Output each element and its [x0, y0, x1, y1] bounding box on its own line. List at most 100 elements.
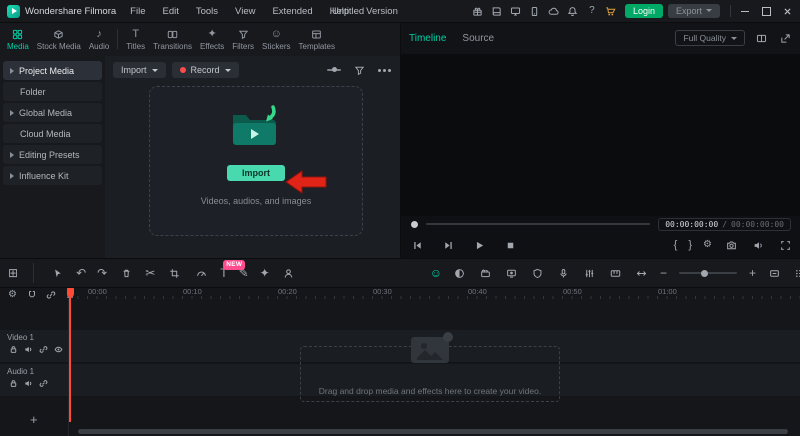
- menu-file[interactable]: File: [130, 6, 145, 17]
- close-button[interactable]: [777, 0, 797, 22]
- link-icon[interactable]: [37, 378, 49, 389]
- avatar-tool-icon[interactable]: [281, 265, 297, 281]
- mark-in-icon[interactable]: {: [674, 239, 678, 251]
- horizontal-scrollbar[interactable]: [78, 429, 788, 434]
- tab-stickers[interactable]: ☺ Stickers: [258, 26, 294, 53]
- timeline-dropzone[interactable]: Drag and drop media and effects here to …: [300, 332, 560, 402]
- cloud-icon[interactable]: [545, 3, 563, 19]
- cart-icon[interactable]: [602, 3, 620, 19]
- detach-window-icon[interactable]: [777, 30, 793, 46]
- keyboard-shortcut-icon[interactable]: [608, 265, 624, 281]
- login-button[interactable]: Login: [624, 3, 663, 19]
- more-options-icon[interactable]: [376, 62, 392, 78]
- tutorial-icon[interactable]: [488, 3, 506, 19]
- tab-titles[interactable]: T Titles: [122, 26, 149, 53]
- render-settings-icon[interactable]: ⚙: [703, 240, 712, 250]
- seek-handle[interactable]: [411, 220, 418, 228]
- split-view-icon[interactable]: [753, 30, 769, 46]
- filter-icon[interactable]: [351, 62, 367, 78]
- redo-icon[interactable]: ↷: [97, 267, 107, 279]
- link-clips-icon[interactable]: [44, 288, 57, 301]
- sidebar-item-cloud-media[interactable]: Cloud Media: [3, 124, 102, 143]
- menu-edit[interactable]: Edit: [162, 6, 178, 17]
- add-track-button[interactable]: +: [30, 413, 38, 426]
- text-tool[interactable]: T NEW: [220, 260, 246, 279]
- maximize-button[interactable]: [756, 0, 776, 22]
- play-icon[interactable]: [471, 237, 487, 253]
- previous-frame-icon[interactable]: [409, 237, 425, 253]
- mask-icon[interactable]: [452, 265, 468, 281]
- import-dropdown-button[interactable]: Import: [113, 62, 166, 78]
- select-tool-icon[interactable]: [49, 265, 65, 281]
- speed-icon[interactable]: [193, 265, 209, 281]
- magic-wand-icon[interactable]: ✦: [260, 267, 270, 279]
- auto-ripple-icon[interactable]: [634, 265, 650, 281]
- caret-right-icon: [10, 172, 14, 179]
- next-frame-icon[interactable]: [440, 237, 456, 253]
- tab-filters[interactable]: Filters: [228, 26, 258, 53]
- gift-icon[interactable]: [469, 3, 487, 19]
- timeline-zoom-slider[interactable]: [678, 269, 737, 277]
- zoom-in-icon[interactable]: +: [749, 267, 756, 279]
- lock-icon[interactable]: [7, 344, 19, 355]
- mark-out-icon[interactable]: }: [688, 239, 692, 251]
- sidebar-item-folder[interactable]: Folder: [3, 82, 102, 101]
- tab-media[interactable]: Media: [3, 26, 33, 53]
- notification-bell-icon[interactable]: [564, 3, 582, 19]
- thumbnail-size-slider-icon[interactable]: [326, 62, 342, 78]
- caret-right-icon: [10, 151, 14, 158]
- stop-icon[interactable]: [502, 237, 518, 253]
- media-import-dropzone[interactable]: Import Videos, audios, and images: [149, 86, 363, 236]
- link-icon[interactable]: [37, 344, 49, 355]
- tab-source[interactable]: Source: [462, 33, 494, 44]
- green-screen-icon[interactable]: [478, 265, 494, 281]
- timeline-settings-icon[interactable]: ⚙: [6, 288, 19, 301]
- split-scissors-icon[interactable]: ✂: [145, 267, 155, 279]
- mute-icon[interactable]: [22, 344, 34, 355]
- tab-timeline[interactable]: Timeline: [409, 33, 446, 44]
- delete-icon[interactable]: [118, 265, 134, 281]
- screen-record-icon[interactable]: [504, 265, 520, 281]
- track-list-icon[interactable]: [792, 265, 800, 281]
- menu-extended[interactable]: Extended: [272, 6, 312, 17]
- menu-version[interactable]: Version: [366, 6, 398, 17]
- volume-icon[interactable]: [750, 237, 766, 253]
- export-button[interactable]: Export: [667, 3, 720, 19]
- menu-view[interactable]: View: [235, 6, 255, 17]
- fullscreen-icon[interactable]: [777, 237, 793, 253]
- crop-icon[interactable]: [166, 265, 182, 281]
- lock-icon[interactable]: [7, 378, 19, 389]
- help-icon[interactable]: ?: [583, 3, 601, 19]
- mute-icon[interactable]: [22, 378, 34, 389]
- audio-mixer-icon[interactable]: [582, 265, 598, 281]
- tab-templates[interactable]: Templates: [295, 26, 339, 53]
- menu-tools[interactable]: Tools: [196, 6, 218, 17]
- minimize-button[interactable]: [735, 0, 755, 22]
- voiceover-mic-icon[interactable]: [556, 265, 572, 281]
- mobile-icon[interactable]: [526, 3, 544, 19]
- eye-icon[interactable]: [52, 344, 64, 355]
- snapshot-camera-icon[interactable]: [723, 237, 739, 253]
- sidebar-item-project-media[interactable]: Project Media: [3, 61, 102, 80]
- tab-stock-media[interactable]: Stock Media: [33, 26, 85, 53]
- quality-dropdown[interactable]: Full Quality: [675, 30, 745, 46]
- tab-effects[interactable]: ✦ Effects: [196, 26, 228, 53]
- record-dropdown-button[interactable]: Record: [171, 62, 239, 78]
- display-switch-icon[interactable]: [507, 3, 525, 19]
- emoji-effects-icon[interactable]: ☺: [430, 267, 442, 279]
- seek-track[interactable]: [426, 223, 651, 225]
- denoise-shield-icon[interactable]: [530, 265, 546, 281]
- media-browser-icon[interactable]: ⊞: [8, 267, 18, 279]
- dropzone-import-button[interactable]: Import: [227, 165, 285, 181]
- playhead[interactable]: [66, 287, 74, 422]
- zoom-out-icon[interactable]: −: [660, 267, 667, 279]
- sidebar-item-influence-kit[interactable]: Influence Kit: [3, 166, 102, 185]
- tab-transitions[interactable]: Transitions: [149, 26, 196, 53]
- fit-timeline-icon[interactable]: [766, 265, 782, 281]
- undo-icon[interactable]: ↶: [76, 267, 86, 279]
- sidebar-item-editing-presets[interactable]: Editing Presets: [3, 145, 102, 164]
- tab-audio[interactable]: ♪ Audio: [85, 26, 113, 53]
- sidebar-item-global-media[interactable]: Global Media: [3, 103, 102, 122]
- magnet-snap-icon[interactable]: [25, 288, 38, 301]
- timeline-ruler[interactable]: 00:00 00:10 00:20 00:30 00:40 00:50 01:0…: [68, 286, 800, 300]
